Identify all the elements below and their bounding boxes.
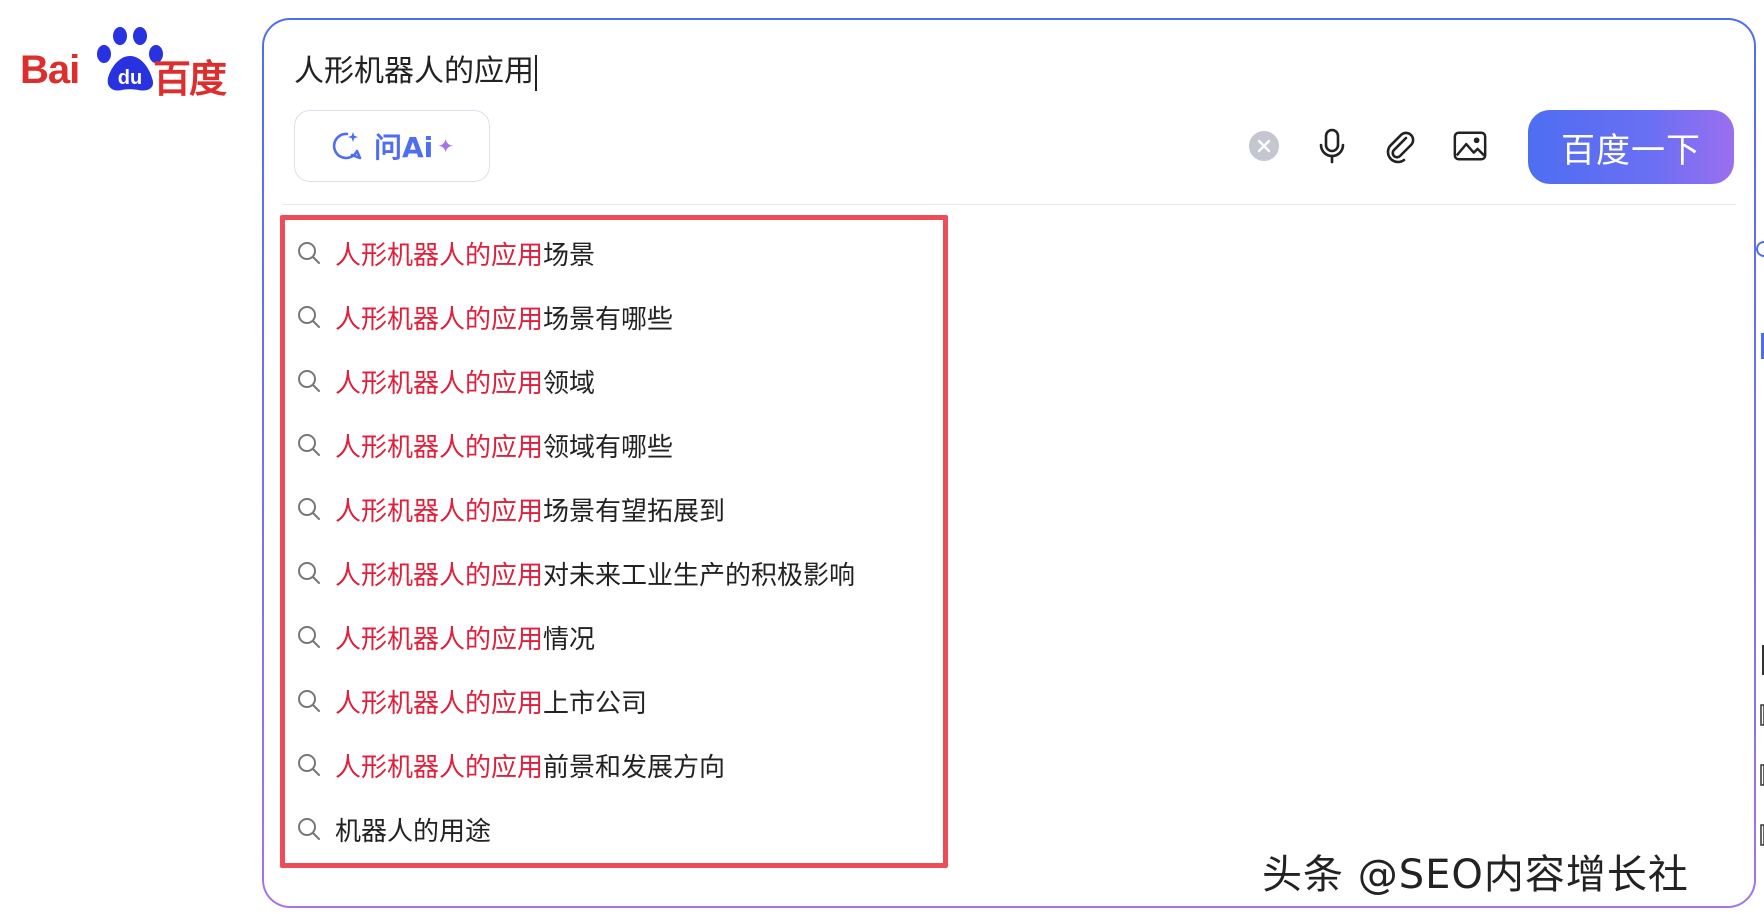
ai-chat-icon — [332, 132, 362, 160]
search-icon — [295, 623, 323, 651]
suggestion-rest: 场景有哪些 — [543, 304, 674, 335]
suggestion-item[interactable]: 机器人的用途 — [295, 804, 491, 854]
search-icon — [295, 495, 323, 523]
logo-text-latin: Bai — [20, 48, 80, 92]
paperclip-icon[interactable] — [1382, 128, 1418, 164]
watermark: 头条 @SEO内容增长社 — [1262, 852, 1689, 898]
suggestion-highlight: 人形机器人的应用 — [335, 496, 544, 527]
suggestion-item[interactable]: 人形机器人的应用 场景有望拓展到 — [295, 484, 725, 534]
suggestion-highlight: 人形机器人的应用 — [335, 624, 544, 655]
search-icon — [295, 303, 323, 331]
suggestion-highlight: 人形机器人的应用 — [335, 688, 544, 719]
search-icon — [295, 431, 323, 459]
search-icon — [295, 239, 323, 267]
suggestion-rest: 前景和发展方向 — [543, 752, 726, 783]
suggestion-list: 人形机器人的应用 场景 人形机器人的应用 场景有哪些 人形机器人的应用 领域 人形机器… — [280, 215, 948, 868]
suggestion-item[interactable]: 人形机器人的应用 场景 — [295, 228, 595, 278]
suggestion-item[interactable]: 人形机器人的应用 情况 — [295, 612, 595, 662]
suggestion-highlight: 人形机器人的应用 — [335, 304, 544, 335]
suggestion-highlight: 人形机器人的应用 — [335, 240, 544, 271]
suggestion-item[interactable]: 人形机器人的应用 领域 — [295, 356, 595, 406]
suggestion-highlight: 人形机器人的应用 — [335, 432, 544, 463]
divider — [282, 204, 1736, 205]
right-edge-partial-content — [1756, 241, 1764, 846]
image-search-icon[interactable] — [1452, 128, 1488, 164]
suggestion-rest: 上市公司 — [543, 688, 648, 719]
ask-ai-button[interactable]: 问Ai ✦ — [294, 110, 490, 182]
suggestion-item[interactable]: 人形机器人的应用 上市公司 — [295, 676, 647, 726]
suggestion-item[interactable]: 人形机器人的应用 对未来工业生产的积极影响 — [295, 548, 855, 598]
clear-icon[interactable] — [1246, 128, 1282, 164]
logo-text-cn: 百度 — [153, 57, 227, 101]
search-query-text: 人形机器人的应用 — [294, 54, 534, 89]
sparkle-icon: ✦ — [437, 134, 455, 158]
suggestion-rest: 机器人的用途 — [335, 816, 492, 847]
suggestion-rest: 场景 — [543, 240, 596, 271]
text-caret — [535, 54, 537, 91]
suggestion-rest: 情况 — [543, 624, 596, 655]
baidu-logo[interactable]: Bai du 百度 — [20, 22, 230, 101]
ask-ai-label: 问Ai — [373, 131, 434, 164]
microphone-icon[interactable] — [1314, 128, 1350, 164]
suggestion-highlight: 人形机器人的应用 — [335, 368, 544, 399]
suggestion-highlight: 人形机器人的应用 — [335, 752, 544, 783]
search-icon — [295, 687, 323, 715]
suggestion-highlight: 人形机器人的应用 — [335, 560, 544, 591]
suggestion-item[interactable]: 人形机器人的应用 领域有哪些 — [295, 420, 673, 470]
suggestion-item[interactable]: 人形机器人的应用 场景有哪些 — [295, 292, 673, 342]
search-submit-button[interactable]: 百度一下 — [1528, 110, 1734, 184]
search-icon — [295, 559, 323, 587]
search-input[interactable]: 人形机器人的应用 — [294, 46, 537, 91]
suggestion-rest: 对未来工业生产的积极影响 — [543, 560, 856, 591]
search-icon — [295, 367, 323, 395]
suggestion-rest: 领域有哪些 — [543, 432, 674, 463]
suggestion-item[interactable]: 人形机器人的应用 前景和发展方向 — [295, 740, 725, 790]
suggestion-rest: 场景有望拓展到 — [543, 496, 726, 527]
search-icon — [295, 751, 323, 779]
logo-paw-text: du — [118, 67, 142, 89]
search-icon — [295, 815, 323, 843]
suggestion-rest: 领域 — [543, 368, 596, 399]
